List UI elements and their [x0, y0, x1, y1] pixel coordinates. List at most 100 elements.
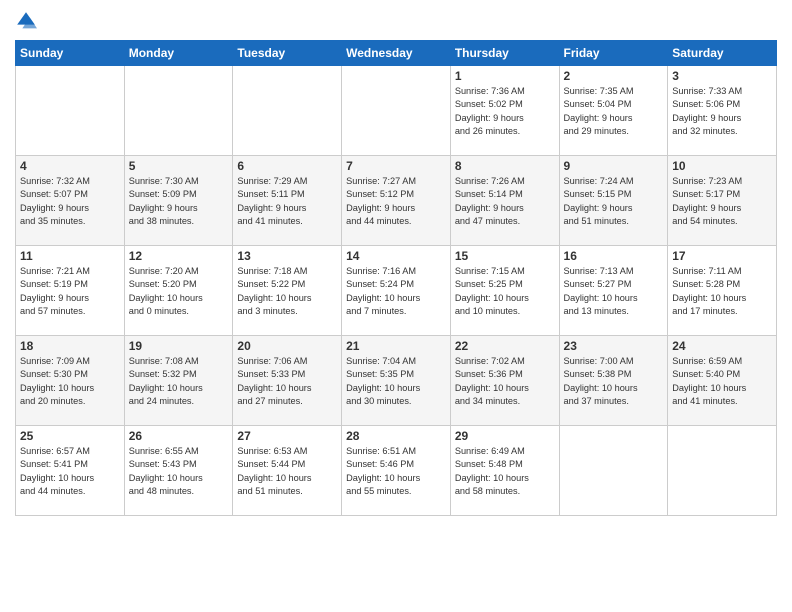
day-info: Sunrise: 6:55 AM Sunset: 5:43 PM Dayligh… [129, 445, 229, 498]
day-number: 1 [455, 69, 555, 83]
day-info: Sunrise: 7:24 AM Sunset: 5:15 PM Dayligh… [564, 175, 664, 228]
calendar-cell: 26 Sunrise: 6:55 AM Sunset: 5:43 PM Dayli… [124, 426, 233, 516]
calendar-cell [124, 66, 233, 156]
day-info: Sunrise: 7:18 AM Sunset: 5:22 PM Dayligh… [237, 265, 337, 318]
calendar-cell: 22 Sunrise: 7:02 AM Sunset: 5:36 PM Dayli… [450, 336, 559, 426]
calendar-cell: 15 Sunrise: 7:15 AM Sunset: 5:25 PM Dayli… [450, 246, 559, 336]
day-info: Sunrise: 7:26 AM Sunset: 5:14 PM Dayligh… [455, 175, 555, 228]
day-info: Sunrise: 6:57 AM Sunset: 5:41 PM Dayligh… [20, 445, 120, 498]
day-number: 25 [20, 429, 120, 443]
day-number: 12 [129, 249, 229, 263]
day-number: 15 [455, 249, 555, 263]
day-info: Sunrise: 7:30 AM Sunset: 5:09 PM Dayligh… [129, 175, 229, 228]
day-info: Sunrise: 7:11 AM Sunset: 5:28 PM Dayligh… [672, 265, 772, 318]
calendar-cell: 8 Sunrise: 7:26 AM Sunset: 5:14 PM Daylig… [450, 156, 559, 246]
day-number: 10 [672, 159, 772, 173]
calendar-cell: 6 Sunrise: 7:29 AM Sunset: 5:11 PM Daylig… [233, 156, 342, 246]
calendar-cell: 5 Sunrise: 7:30 AM Sunset: 5:09 PM Daylig… [124, 156, 233, 246]
day-number: 22 [455, 339, 555, 353]
calendar-cell: 4 Sunrise: 7:32 AM Sunset: 5:07 PM Daylig… [16, 156, 125, 246]
day-number: 4 [20, 159, 120, 173]
day-info: Sunrise: 7:29 AM Sunset: 5:11 PM Dayligh… [237, 175, 337, 228]
calendar-cell: 28 Sunrise: 6:51 AM Sunset: 5:46 PM Dayli… [342, 426, 451, 516]
day-info: Sunrise: 7:23 AM Sunset: 5:17 PM Dayligh… [672, 175, 772, 228]
calendar-cell: 14 Sunrise: 7:16 AM Sunset: 5:24 PM Dayli… [342, 246, 451, 336]
day-number: 20 [237, 339, 337, 353]
day-number: 26 [129, 429, 229, 443]
day-number: 14 [346, 249, 446, 263]
page-header [15, 10, 777, 32]
day-number: 13 [237, 249, 337, 263]
day-number: 9 [564, 159, 664, 173]
logo [15, 10, 39, 32]
day-info: Sunrise: 6:51 AM Sunset: 5:46 PM Dayligh… [346, 445, 446, 498]
calendar-cell: 27 Sunrise: 6:53 AM Sunset: 5:44 PM Dayli… [233, 426, 342, 516]
weekday-header-tuesday: Tuesday [233, 41, 342, 66]
day-number: 29 [455, 429, 555, 443]
calendar-cell: 24Sunrise: 6:59 AM Sunset: 5:40 PM Dayli… [668, 336, 777, 426]
day-info: Sunrise: 7:06 AM Sunset: 5:33 PM Dayligh… [237, 355, 337, 408]
calendar-week-2: 4 Sunrise: 7:32 AM Sunset: 5:07 PM Daylig… [16, 156, 777, 246]
calendar-cell [668, 426, 777, 516]
calendar-cell: 17 Sunrise: 7:11 AM Sunset: 5:28 PM Dayli… [668, 246, 777, 336]
day-info: Sunrise: 6:53 AM Sunset: 5:44 PM Dayligh… [237, 445, 337, 498]
calendar-cell: 29 Sunrise: 6:49 AM Sunset: 5:48 PM Dayli… [450, 426, 559, 516]
calendar-cell: 11 Sunrise: 7:21 AM Sunset: 5:19 PM Dayli… [16, 246, 125, 336]
calendar-table: SundayMondayTuesdayWednesdayThursdayFrid… [15, 40, 777, 516]
calendar-cell: 3 Sunrise: 7:33 AM Sunset: 5:06 PM Daylig… [668, 66, 777, 156]
day-info: Sunrise: 7:02 AM Sunset: 5:36 PM Dayligh… [455, 355, 555, 408]
calendar-cell [16, 66, 125, 156]
weekday-header-wednesday: Wednesday [342, 41, 451, 66]
day-number: 6 [237, 159, 337, 173]
calendar-cell: 20 Sunrise: 7:06 AM Sunset: 5:33 PM Dayli… [233, 336, 342, 426]
weekday-header-thursday: Thursday [450, 41, 559, 66]
day-number: 21 [346, 339, 446, 353]
day-info: Sunrise: 7:20 AM Sunset: 5:20 PM Dayligh… [129, 265, 229, 318]
day-info: Sunrise: 7:13 AM Sunset: 5:27 PM Dayligh… [564, 265, 664, 318]
day-number: 5 [129, 159, 229, 173]
day-number: 16 [564, 249, 664, 263]
day-number: 7 [346, 159, 446, 173]
day-info: Sunrise: 7:00 AM Sunset: 5:38 PM Dayligh… [564, 355, 664, 408]
day-info: Sunrise: 7:33 AM Sunset: 5:06 PM Dayligh… [672, 85, 772, 138]
day-number: 8 [455, 159, 555, 173]
day-number: 28 [346, 429, 446, 443]
calendar-cell: 25 Sunrise: 6:57 AM Sunset: 5:41 PM Dayli… [16, 426, 125, 516]
day-number: 18 [20, 339, 120, 353]
logo-icon [15, 10, 37, 32]
calendar-cell: 16 Sunrise: 7:13 AM Sunset: 5:27 PM Dayli… [559, 246, 668, 336]
day-number: 19 [129, 339, 229, 353]
day-info: Sunrise: 7:16 AM Sunset: 5:24 PM Dayligh… [346, 265, 446, 318]
calendar-cell: 10 Sunrise: 7:23 AM Sunset: 5:17 PM Dayli… [668, 156, 777, 246]
weekday-header-sunday: Sunday [16, 41, 125, 66]
day-number: 11 [20, 249, 120, 263]
day-info: Sunrise: 7:04 AM Sunset: 5:35 PM Dayligh… [346, 355, 446, 408]
calendar-cell: 9 Sunrise: 7:24 AM Sunset: 5:15 PM Daylig… [559, 156, 668, 246]
calendar-week-5: 25 Sunrise: 6:57 AM Sunset: 5:41 PM Dayli… [16, 426, 777, 516]
calendar-week-4: 18Sunrise: 7:09 AM Sunset: 5:30 PM Dayli… [16, 336, 777, 426]
calendar-cell: 21 Sunrise: 7:04 AM Sunset: 5:35 PM Dayli… [342, 336, 451, 426]
calendar-cell: 19 Sunrise: 7:08 AM Sunset: 5:32 PM Dayli… [124, 336, 233, 426]
day-info: Sunrise: 7:27 AM Sunset: 5:12 PM Dayligh… [346, 175, 446, 228]
day-number: 3 [672, 69, 772, 83]
day-number: 23 [564, 339, 664, 353]
calendar-cell: 1Sunrise: 7:36 AM Sunset: 5:02 PM Daylig… [450, 66, 559, 156]
day-number: 27 [237, 429, 337, 443]
day-info: Sunrise: 7:08 AM Sunset: 5:32 PM Dayligh… [129, 355, 229, 408]
day-info: Sunrise: 7:21 AM Sunset: 5:19 PM Dayligh… [20, 265, 120, 318]
day-number: 17 [672, 249, 772, 263]
day-info: Sunrise: 7:15 AM Sunset: 5:25 PM Dayligh… [455, 265, 555, 318]
day-number: 24 [672, 339, 772, 353]
calendar-cell: 23 Sunrise: 7:00 AM Sunset: 5:38 PM Dayli… [559, 336, 668, 426]
weekday-header-monday: Monday [124, 41, 233, 66]
day-number: 2 [564, 69, 664, 83]
calendar-cell: 12 Sunrise: 7:20 AM Sunset: 5:20 PM Dayli… [124, 246, 233, 336]
weekday-header-saturday: Saturday [668, 41, 777, 66]
calendar-header-row: SundayMondayTuesdayWednesdayThursdayFrid… [16, 41, 777, 66]
calendar-cell: 7 Sunrise: 7:27 AM Sunset: 5:12 PM Daylig… [342, 156, 451, 246]
day-info: Sunrise: 7:32 AM Sunset: 5:07 PM Dayligh… [20, 175, 120, 228]
weekday-header-friday: Friday [559, 41, 668, 66]
day-info: Sunrise: 7:35 AM Sunset: 5:04 PM Dayligh… [564, 85, 664, 138]
day-info: Sunrise: 6:49 AM Sunset: 5:48 PM Dayligh… [455, 445, 555, 498]
calendar-cell: 2 Sunrise: 7:35 AM Sunset: 5:04 PM Daylig… [559, 66, 668, 156]
